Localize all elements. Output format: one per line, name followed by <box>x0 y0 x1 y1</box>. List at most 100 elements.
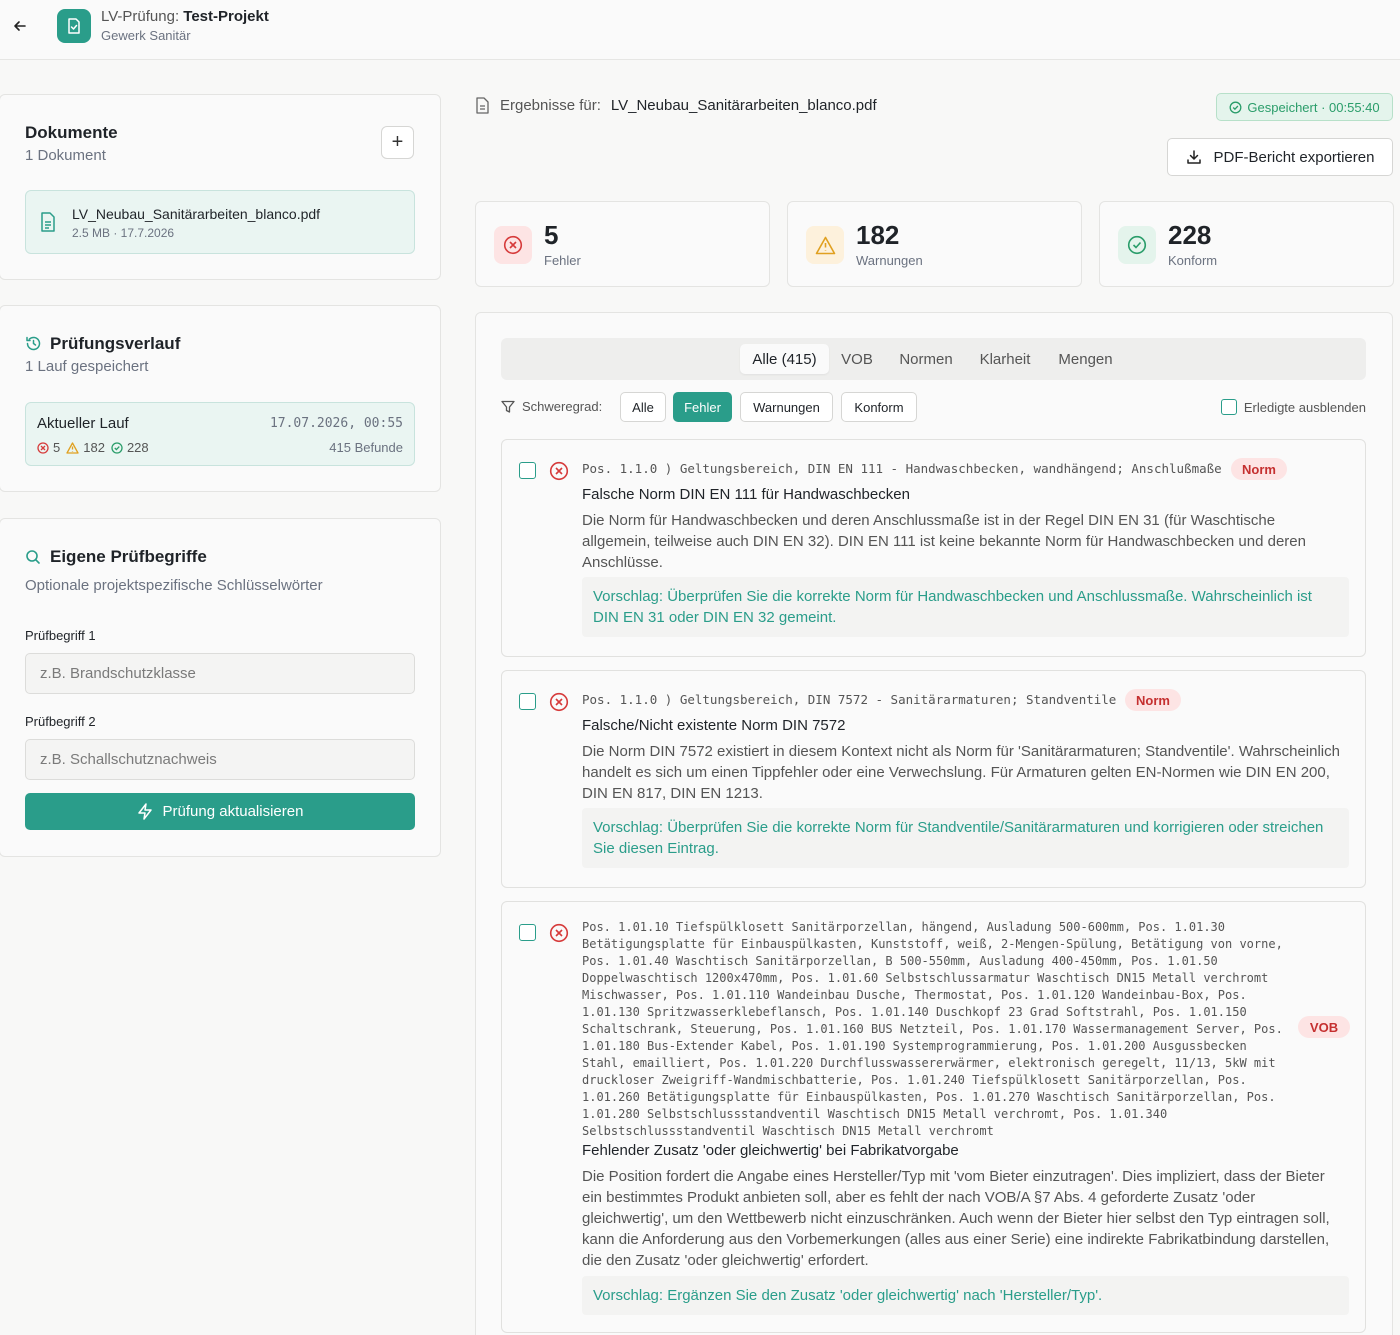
x-circle-icon <box>503 235 523 255</box>
check-circle-icon <box>1229 101 1242 113</box>
back-button[interactable] <box>8 14 32 38</box>
results-label: Ergebnisse für: <box>500 97 601 114</box>
export-label: PDF-Bericht exportieren <box>1213 148 1375 166</box>
severity-filter: Schweregrad: Alle Fehler Warnungen Konfo… <box>501 392 1366 422</box>
finding-position: Pos. 1.1.0 ) Geltungsbereich, DIN EN 111… <box>582 461 1222 476</box>
zap-icon <box>137 803 152 820</box>
x-circle-icon <box>549 461 569 481</box>
suggestion-label: Vorschlag: <box>593 819 664 836</box>
project-name: Test-Projekt <box>183 8 269 25</box>
run-findings-count: 415 Befunde <box>329 440 403 455</box>
finding-card: Pos. 1.1.0 ) Geltungsbereich, DIN EN 111… <box>501 439 1366 657</box>
history-title: Prüfungsverlauf <box>50 334 181 353</box>
update-check-button[interactable]: Prüfung aktualisieren <box>25 793 415 830</box>
stat-errors-label: Fehler <box>544 253 581 268</box>
stat-ok-icon-box <box>1118 226 1156 264</box>
stat-warnings-label: Warnungen <box>856 253 923 268</box>
term1-input[interactable] <box>25 653 415 694</box>
finding-suggestion: Vorschlag: Ergänzen Sie den Zusatz 'oder… <box>582 1276 1349 1315</box>
update-check-label: Prüfung aktualisieren <box>162 803 304 820</box>
run-errors: 5 <box>53 440 61 455</box>
stat-ok-label: Konform <box>1168 253 1218 268</box>
tab-normen[interactable]: Normen <box>892 344 960 374</box>
stat-warnings-icon-box <box>806 226 844 264</box>
stat-warnings: 182 Warnungen <box>787 201 1082 287</box>
suggestion-label: Vorschlag: <box>593 1287 664 1304</box>
finding-card: Pos. 1.1.0 ) Geltungsbereich, DIN 7572 -… <box>501 670 1366 888</box>
chip-all[interactable]: Alle <box>620 392 666 422</box>
saved-text: Gespeichert · 00:55:40 <box>1247 99 1380 115</box>
finding-checkbox[interactable] <box>519 462 536 479</box>
finding-title: Falsche Norm DIN EN 111 für Handwaschbec… <box>582 486 910 503</box>
finding-position: Pos. 1.1.0 ) Geltungsbereich, DIN 7572 -… <box>582 692 1117 707</box>
finding-suggestion: Vorschlag: Überprüfen Sie die korrekte N… <box>582 577 1349 637</box>
terms-title: Eigene Prüfbegriffe <box>50 547 207 566</box>
run-stats: 5 182 228 <box>37 440 149 455</box>
finding-checkbox[interactable] <box>519 924 536 941</box>
documents-title: Dokumente <box>25 123 118 142</box>
hide-done-toggle[interactable]: Erledigte ausblenden <box>1220 399 1366 415</box>
finding-card: Pos. 1.01.10 Tiefspülklosett Sanitärporz… <box>501 901 1366 1333</box>
finding-description: Die Norm für Handwaschbecken und deren A… <box>582 512 1306 571</box>
finding-badge: Norm <box>1125 689 1181 711</box>
x-circle-icon <box>549 692 569 712</box>
run-title: Aktueller Lauf <box>37 415 129 432</box>
add-document-button[interactable]: + <box>381 126 414 159</box>
run-ok: 228 <box>126 440 149 455</box>
term2-label: Prüfbegriff 2 <box>25 714 96 729</box>
title-prefix: LV-Prüfung: <box>101 8 180 25</box>
run-date: 17.07.2026, 00:55 <box>269 416 403 431</box>
term2-input[interactable] <box>25 739 415 780</box>
results-header: Ergebnisse für: LV_Neubau_Sanitärarbeiten… <box>475 97 877 114</box>
arrow-left-icon <box>14 21 26 31</box>
chip-warnings[interactable]: Warnungen <box>740 392 833 422</box>
document-item[interactable]: LV_Neubau_Sanitärarbeiten_blanco.pdf 2.5… <box>25 190 415 254</box>
hide-done-label: Erledigte ausblenden <box>1243 399 1366 415</box>
results-file: LV_Neubau_Sanitärarbeiten_blanco.pdf <box>610 97 877 114</box>
history-icon <box>26 336 41 351</box>
finding-description: Die Norm DIN 7572 existiert in diesem Ko… <box>582 743 1340 802</box>
stat-errors-icon-box <box>494 226 532 264</box>
chip-ok[interactable]: Konform <box>841 392 917 422</box>
terms-subtitle: Optionale projektspezifische Schlüsselwö… <box>25 577 323 594</box>
suggestion-text: Überprüfen Sie die korrekte Norm für Han… <box>593 588 1312 626</box>
hide-done-checkbox[interactable] <box>1220 399 1237 415</box>
warning-icon <box>815 236 835 254</box>
stat-ok: 228 Konform <box>1099 201 1394 287</box>
export-pdf-button[interactable]: PDF-Bericht exportieren <box>1167 138 1393 176</box>
page-subtitle: Gewerk Sanitär <box>101 28 191 43</box>
tab-all[interactable]: Alle (415) <box>740 344 829 374</box>
stat-warnings-value: 182 <box>856 220 900 250</box>
run-item[interactable]: Aktueller Lauf 17.07.2026, 00:55 5 182 2… <box>25 402 415 466</box>
page-title: LV-Prüfung: Test-Projekt <box>101 8 269 25</box>
finding-badge: Norm <box>1231 458 1287 480</box>
finding-checkbox[interactable] <box>519 693 536 710</box>
suggestion-text: Ergänzen Sie den Zusatz 'oder gleichwert… <box>667 1287 1103 1304</box>
download-icon <box>1186 150 1201 164</box>
tab-vob[interactable]: VOB <box>835 344 879 374</box>
warning-icon <box>66 441 79 454</box>
severity-label-text: Schweregrad: <box>522 399 603 414</box>
finding-badge: VOB <box>1298 1016 1350 1038</box>
file-check-icon <box>68 18 80 34</box>
document-name: LV_Neubau_Sanitärarbeiten_blanco.pdf <box>72 206 321 222</box>
chip-errors[interactable]: Fehler <box>673 392 732 422</box>
tab-klarheit[interactable]: Klarheit <box>972 344 1038 374</box>
filter-icon <box>501 400 515 413</box>
search-icon <box>26 550 40 564</box>
run-warnings: 182 <box>83 440 105 455</box>
tab-mengen[interactable]: Mengen <box>1052 344 1119 374</box>
documents-count: 1 Dokument <box>25 147 106 164</box>
document-meta: 2.5 MB · 17.7.2026 <box>72 226 175 240</box>
finding-title: Fehlender Zusatz 'oder gleichwertig' bei… <box>582 1142 959 1159</box>
suggestion-text: Überprüfen Sie die korrekte Norm für Sta… <box>593 819 1324 857</box>
top-bar: LV-Prüfung: Test-Projekt Gewerk Sanitär <box>0 0 1400 60</box>
check-circle-icon <box>111 441 123 454</box>
finding-suggestion: Vorschlag: Überprüfen Sie die korrekte N… <box>582 808 1349 868</box>
saved-badge: Gespeichert · 00:55:40 <box>1216 93 1393 121</box>
finding-position: Pos. 1.01.10 Tiefspülklosett Sanitärporz… <box>582 920 1283 1138</box>
finding-description: Die Position fordert die Angabe eines He… <box>582 1168 1330 1269</box>
x-circle-icon <box>549 923 569 943</box>
finding-title: Falsche/Nicht existente Norm DIN 7572 <box>582 717 846 734</box>
stat-errors-value: 5 <box>544 220 559 250</box>
